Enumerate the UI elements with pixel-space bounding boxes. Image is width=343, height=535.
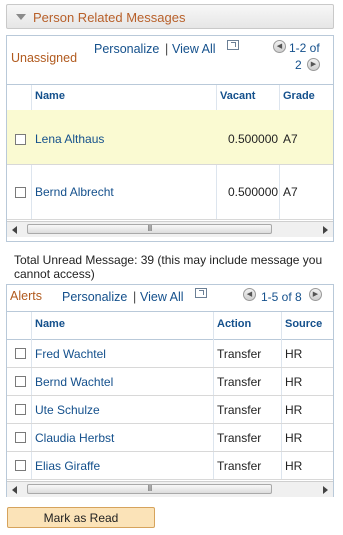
scroll-left-icon[interactable] xyxy=(12,226,17,234)
mark-as-read-button[interactable]: Mark as Read xyxy=(7,507,155,528)
action-value: Transfer xyxy=(217,431,262,445)
row-checkbox[interactable] xyxy=(15,376,26,387)
action-value: Transfer xyxy=(217,375,262,389)
alerts-grid: Alerts Personalize | View All ◀ 1-5 of 8… xyxy=(6,284,334,497)
unassigned-caption: Unassigned xyxy=(11,51,78,65)
name-link[interactable]: Bernd Albrecht xyxy=(35,185,114,199)
column-header-name[interactable]: Name xyxy=(35,90,65,102)
source-value: HR xyxy=(285,403,303,417)
action-value: Transfer xyxy=(217,459,262,473)
row-checkbox[interactable] xyxy=(15,460,26,471)
vacant-value: 0.500000 xyxy=(228,185,279,199)
row-checkbox[interactable] xyxy=(15,187,26,198)
prev-page-icon[interactable]: ◀ xyxy=(243,288,256,301)
row-checkbox[interactable] xyxy=(15,134,26,145)
personalize-link[interactable]: Personalize xyxy=(62,290,127,304)
prev-page-icon[interactable]: ◀ xyxy=(273,40,286,53)
name-link[interactable]: Elias Giraffe xyxy=(35,459,100,473)
next-page-icon[interactable]: ▶ xyxy=(307,58,320,71)
section-title: Person Related Messages xyxy=(33,10,186,25)
alerts-header-row: Name Action Source xyxy=(7,311,333,340)
table-row[interactable]: Bernd Albrecht 0.500000 A7 xyxy=(7,165,333,220)
grade-value: A7 xyxy=(283,185,298,199)
alerts-grid-toolbar: Alerts Personalize | View All ◀ 1-5 of 8… xyxy=(7,285,333,311)
source-value: HR xyxy=(285,347,303,361)
zoom-icon[interactable] xyxy=(195,288,207,298)
scroll-right-icon[interactable] xyxy=(323,486,328,494)
row-checkbox[interactable] xyxy=(15,348,26,359)
unread-message-note: Total Unread Message: 39 (this may inclu… xyxy=(14,253,323,281)
table-row[interactable]: Ute Schulze Transfer HR xyxy=(7,396,333,424)
column-header-source[interactable]: Source xyxy=(285,318,322,330)
section-header[interactable]: Person Related Messages xyxy=(6,4,334,29)
vacant-value: 0.500000 xyxy=(228,132,279,146)
row-counter: 1-5 of 8 xyxy=(261,290,302,304)
name-link[interactable]: Lena Althaus xyxy=(35,132,104,146)
table-row[interactable]: Lena Althaus 0.500000 A7 xyxy=(7,110,333,165)
view-all-link[interactable]: View All xyxy=(140,290,184,304)
scroll-thumb[interactable]: III xyxy=(27,484,272,494)
source-value: HR xyxy=(285,459,303,473)
unassigned-header-row: Name Vacant Grade xyxy=(7,84,333,111)
name-link[interactable]: Fred Wachtel xyxy=(35,347,106,361)
alerts-caption: Alerts xyxy=(10,289,42,303)
view-all-link[interactable]: View All xyxy=(172,42,216,56)
table-row[interactable]: Bernd Wachtel Transfer HR xyxy=(7,368,333,396)
toolbar-separator: | xyxy=(133,290,137,304)
column-header-vacant[interactable]: Vacant xyxy=(220,90,255,102)
source-value: HR xyxy=(285,431,303,445)
column-header-action[interactable]: Action xyxy=(217,318,251,330)
table-row[interactable]: Elias Giraffe Transfer HR xyxy=(7,452,333,480)
toolbar-separator: | xyxy=(165,42,169,56)
scroll-left-icon[interactable] xyxy=(12,486,17,494)
horizontal-scrollbar[interactable]: III xyxy=(7,221,333,237)
unassigned-grid: Unassigned Personalize | View All ◀ 1-2 … xyxy=(6,35,334,242)
grade-value: A7 xyxy=(283,132,298,146)
row-counter: 1-2 of xyxy=(289,41,320,55)
column-header-name[interactable]: Name xyxy=(35,318,65,330)
action-value: Transfer xyxy=(217,347,262,361)
row-counter-total: 2 xyxy=(295,58,302,72)
personalize-link[interactable]: Personalize xyxy=(94,42,159,56)
table-row[interactable]: Fred Wachtel Transfer HR xyxy=(7,340,333,368)
source-value: HR xyxy=(285,375,303,389)
name-link[interactable]: Claudia Herbst xyxy=(35,431,114,445)
scroll-right-icon[interactable] xyxy=(323,226,328,234)
table-row[interactable]: Claudia Herbst Transfer HR xyxy=(7,424,333,452)
row-checkbox[interactable] xyxy=(15,404,26,415)
next-page-icon[interactable]: ▶ xyxy=(309,288,322,301)
horizontal-scrollbar[interactable]: III xyxy=(7,481,333,497)
name-link[interactable]: Bernd Wachtel xyxy=(35,375,113,389)
row-checkbox[interactable] xyxy=(15,432,26,443)
column-header-grade[interactable]: Grade xyxy=(283,90,315,102)
action-value: Transfer xyxy=(217,403,262,417)
collapse-triangle-icon[interactable] xyxy=(16,14,26,20)
name-link[interactable]: Ute Schulze xyxy=(35,403,100,417)
scroll-thumb[interactable]: III xyxy=(27,224,272,234)
unassigned-grid-toolbar: Unassigned Personalize | View All ◀ 1-2 … xyxy=(7,36,333,84)
zoom-icon[interactable] xyxy=(227,40,239,50)
